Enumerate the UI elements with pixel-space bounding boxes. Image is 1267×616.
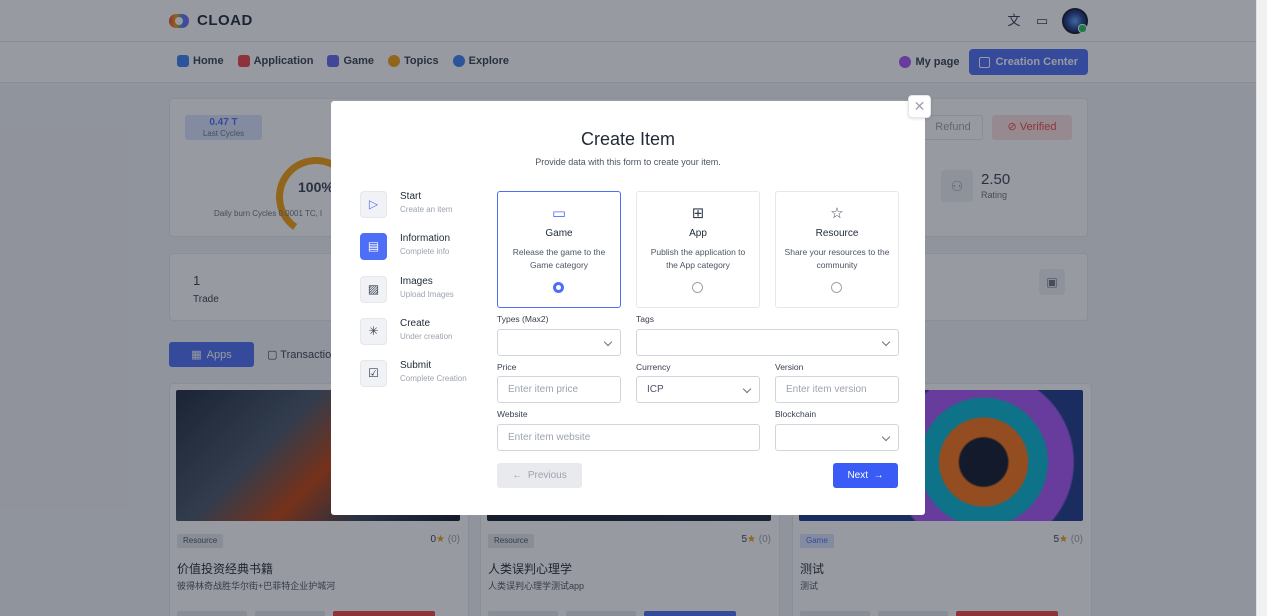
- arrow-right-icon: →: [873, 470, 884, 481]
- chevron-down-icon: [742, 384, 752, 394]
- type-radio-resource[interactable]: [831, 282, 842, 293]
- chevron-down-icon: [881, 337, 891, 347]
- apps-grid-icon: ⊞: [691, 205, 705, 222]
- chevron-down-icon: [603, 337, 613, 347]
- previous-button[interactable]: ← Previous: [497, 463, 582, 488]
- document-icon: ▤: [360, 233, 387, 260]
- website-label: Website: [497, 409, 528, 419]
- type-radio-app[interactable]: [692, 282, 703, 293]
- type-radio-game[interactable]: [553, 282, 564, 293]
- play-icon: ▷: [360, 191, 387, 218]
- types-label: Types (Max2): [497, 314, 549, 324]
- arrow-left-icon: ←: [512, 470, 523, 481]
- next-button[interactable]: Next →: [833, 463, 898, 488]
- step-images[interactable]: ▨ Images Upload Images: [360, 275, 490, 305]
- currency-select[interactable]: ICP: [636, 376, 760, 403]
- chevron-down-icon: [881, 432, 891, 442]
- page-scrollbar[interactable]: [1256, 0, 1267, 616]
- loader-icon: ✳: [360, 318, 387, 345]
- price-input[interactable]: Enter item price: [497, 376, 621, 403]
- step-submit[interactable]: ☑ Submit Complete Creation: [360, 359, 490, 389]
- website-input[interactable]: Enter item website: [497, 424, 760, 451]
- step-start[interactable]: ▷ Start Create an item: [360, 190, 490, 220]
- tags-select[interactable]: [636, 329, 899, 356]
- modal-subtitle: Provide data with this form to create yo…: [535, 157, 721, 167]
- modal-title: Create Item: [580, 129, 676, 149]
- step-create[interactable]: ✳ Create Under creation: [360, 317, 490, 347]
- price-label: Price: [497, 362, 517, 372]
- version-input[interactable]: Enter item version: [775, 376, 899, 403]
- create-item-modal: Create Item Provide data with this form …: [331, 101, 925, 515]
- gamepad-icon: ▭: [551, 205, 567, 222]
- blockchain-label: Blockchain: [775, 409, 817, 419]
- image-icon: ▨: [360, 276, 387, 303]
- type-option-game[interactable]: ▭ Game Release the game to the Game cate…: [497, 191, 621, 308]
- checkbox-icon: ☑: [360, 360, 387, 387]
- blockchain-select[interactable]: [775, 424, 899, 451]
- version-label: Version: [775, 362, 804, 372]
- tags-label: Tags: [636, 314, 654, 324]
- types-select[interactable]: [497, 329, 621, 356]
- currency-label: Currency: [636, 362, 671, 372]
- type-option-resource[interactable]: ☆ Resource Share your resources to the c…: [775, 191, 899, 308]
- close-icon[interactable]: ✕: [908, 95, 931, 118]
- step-information[interactable]: ▤ Information Complete info: [360, 232, 490, 262]
- star-icon: ☆: [830, 205, 844, 222]
- type-option-app[interactable]: ⊞ App Publish the application to the App…: [636, 191, 760, 308]
